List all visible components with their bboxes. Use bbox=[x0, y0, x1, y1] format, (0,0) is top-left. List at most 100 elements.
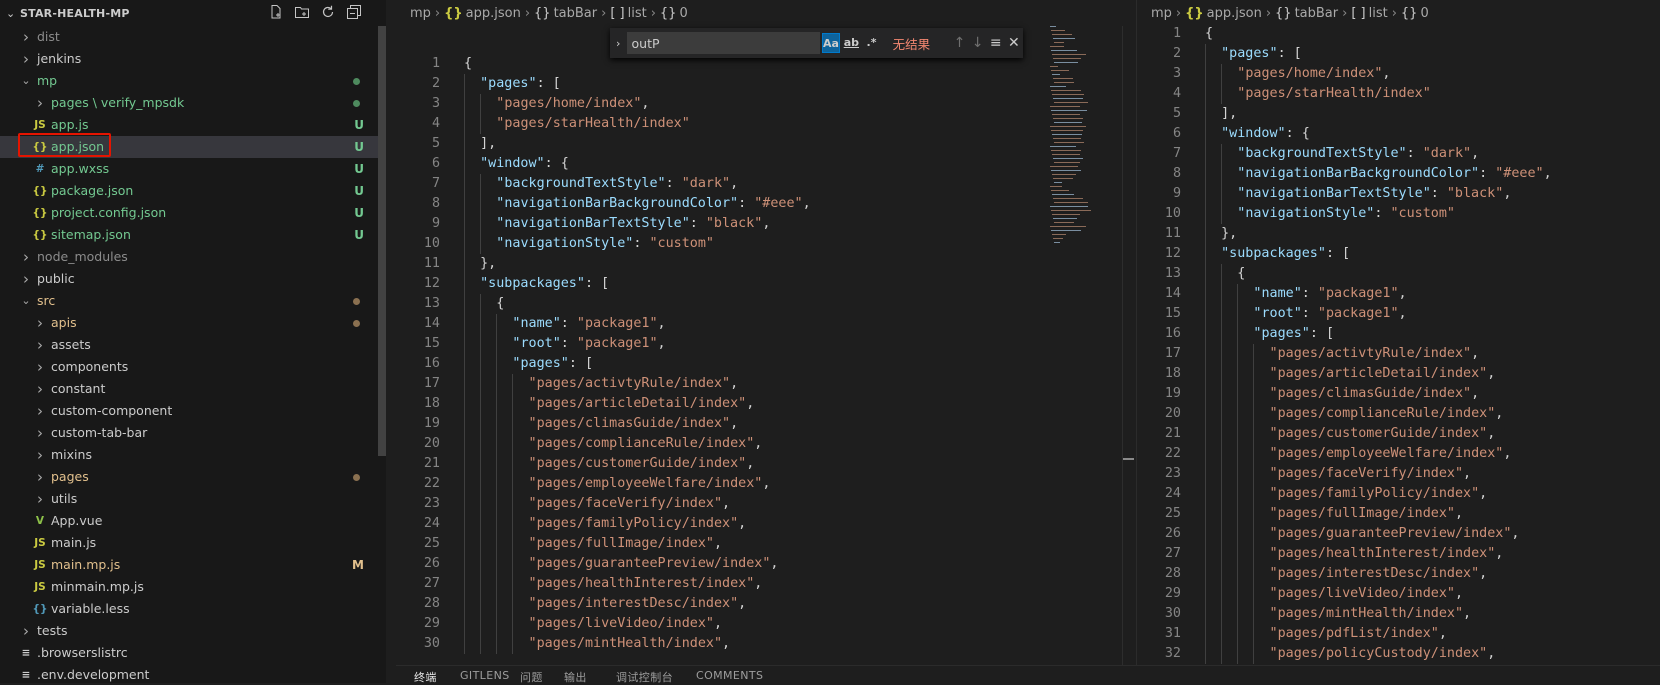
tree-folder[interactable]: › mixins bbox=[0, 444, 378, 466]
code-line[interactable]: 18 "pages/articleDetail/index", bbox=[1137, 364, 1657, 384]
tree-file[interactable]: {} project.config.json U bbox=[0, 202, 378, 224]
tree-folder[interactable]: › constant bbox=[0, 378, 378, 400]
code-line[interactable]: 14 "name": "package1", bbox=[1137, 284, 1657, 304]
breadcrumb-item[interactable]: tabBar bbox=[1295, 6, 1339, 21]
tree-folder[interactable]: › pages bbox=[0, 466, 378, 488]
code-line[interactable]: 1{ bbox=[1137, 24, 1657, 44]
code-line[interactable]: 12 "subpackages": [ bbox=[1137, 244, 1657, 264]
code-line[interactable]: 26 "pages/guaranteePreview/index", bbox=[396, 554, 1036, 574]
tree-folder[interactable]: › apis bbox=[0, 312, 378, 334]
code-line[interactable]: 22 "pages/employeeWelfare/index", bbox=[396, 474, 1036, 494]
tree-folder[interactable]: › jenkins bbox=[0, 48, 378, 70]
close-icon[interactable]: ✕ bbox=[1005, 35, 1023, 51]
code-line[interactable]: 17 "pages/activtyRule/index", bbox=[396, 374, 1036, 394]
breadcrumb-item[interactable]: list bbox=[628, 6, 647, 21]
breadcrumb-item[interactable]: list bbox=[1369, 6, 1388, 21]
next-match-icon[interactable]: ↓ bbox=[969, 35, 987, 51]
code-area[interactable]: 1{2 "pages": [3 "pages/home/index", 4 "pages… bbox=[1137, 24, 1657, 664]
find-in-selection-icon[interactable]: ≡ bbox=[987, 35, 1005, 51]
tree-file[interactable]: {} sitemap.json U bbox=[0, 224, 378, 246]
tree-folder[interactable]: › custom-tab-bar bbox=[0, 422, 378, 444]
new-file-icon[interactable] bbox=[268, 4, 284, 20]
code-line[interactable]: 8 "navigationBarBackgroundColor": "#eee", bbox=[396, 194, 1036, 214]
breadcrumb-item[interactable]: 0 bbox=[1420, 6, 1428, 21]
code-line[interactable]: 22 "pages/employeeWelfare/index", bbox=[1137, 444, 1657, 464]
tree-folder[interactable]: ⌄ mp bbox=[0, 70, 378, 92]
code-line[interactable]: 30 "pages/mintHealth/index", bbox=[396, 634, 1036, 654]
tree-folder[interactable]: › assets bbox=[0, 334, 378, 356]
tree-folder[interactable]: › utils bbox=[0, 488, 378, 510]
code-line[interactable]: 25 "pages/fullImage/index", bbox=[396, 534, 1036, 554]
code-line[interactable]: 8 "navigationBarBackgroundColor": "#eee", bbox=[1137, 164, 1657, 184]
match-case-toggle[interactable]: Aa bbox=[821, 33, 841, 53]
code-line[interactable]: 17 "pages/activtyRule/index", bbox=[1137, 344, 1657, 364]
code-area[interactable]: 1{2 "pages": [3 "pages/home/index", 4 "pages… bbox=[396, 54, 1036, 654]
code-line[interactable]: 19 "pages/climasGuide/index", bbox=[1137, 384, 1657, 404]
editor-left[interactable]: mp ›{} app.json ›{} tabBar ›[ ] list ›{} 0 1{2 "p… bbox=[396, 0, 1134, 683]
find-input[interactable] bbox=[626, 32, 820, 54]
tree-folder[interactable]: › tests bbox=[0, 620, 378, 642]
code-line[interactable]: 21 "pages/customerGuide/index", bbox=[396, 454, 1036, 474]
breadcrumb-item[interactable]: mp bbox=[410, 6, 431, 21]
explorer-header[interactable]: ⌄ STAR-HEALTH-MP bbox=[0, 0, 386, 26]
new-folder-icon[interactable] bbox=[294, 4, 310, 20]
code-line[interactable]: 23 "pages/faceVerify/index", bbox=[1137, 464, 1657, 484]
code-line[interactable]: 29 "pages/liveVideo/index", bbox=[396, 614, 1036, 634]
tree-folder[interactable]: › pages \ verify_mpsdk bbox=[0, 92, 378, 114]
code-line[interactable]: 18 "pages/articleDetail/index", bbox=[396, 394, 1036, 414]
code-line[interactable]: 30 "pages/mintHealth/index", bbox=[1137, 604, 1657, 624]
code-line[interactable]: 13 { bbox=[396, 294, 1036, 314]
code-line[interactable]: 26 "pages/guaranteePreview/index", bbox=[1137, 524, 1657, 544]
breadcrumb-item[interactable]: tabBar bbox=[554, 6, 598, 21]
code-line[interactable]: 11}, bbox=[396, 254, 1036, 274]
editor-right[interactable]: mp ›{} app.json ›{} tabBar ›[ ] list ›{} 0 1{2 "p… bbox=[1136, 0, 1660, 683]
code-line[interactable]: 23 "pages/faceVerify/index", bbox=[396, 494, 1036, 514]
toggle-replace-icon[interactable]: › bbox=[610, 37, 627, 50]
code-line[interactable]: 29 "pages/liveVideo/index", bbox=[1137, 584, 1657, 604]
tree-file[interactable]: # app.wxss U bbox=[0, 158, 378, 180]
code-line[interactable]: 4 "pages/starHealth/index" bbox=[1137, 84, 1657, 104]
code-line[interactable]: 20 "pages/complianceRule/index", bbox=[1137, 404, 1657, 424]
code-line[interactable]: 27 "pages/healthInterest/index", bbox=[1137, 544, 1657, 564]
regex-toggle[interactable]: .* bbox=[862, 33, 880, 53]
code-line[interactable]: 9 "navigationBarTextStyle": "black", bbox=[396, 214, 1036, 234]
tree-folder[interactable]: › public bbox=[0, 268, 378, 290]
code-line[interactable]: 5], bbox=[1137, 104, 1657, 124]
code-line[interactable]: 11}, bbox=[1137, 224, 1657, 244]
code-line[interactable]: 9 "navigationBarTextStyle": "black", bbox=[1137, 184, 1657, 204]
code-line[interactable]: 2 "pages": [ bbox=[396, 74, 1036, 94]
code-line[interactable]: 15 "root": "package1", bbox=[396, 334, 1036, 354]
code-line[interactable]: 32 "pages/policyCustody/index", bbox=[1137, 644, 1657, 664]
code-line[interactable]: 3 "pages/home/index", bbox=[396, 94, 1036, 114]
code-line[interactable]: 19 "pages/climasGuide/index", bbox=[396, 414, 1036, 434]
code-line[interactable]: 5], bbox=[396, 134, 1036, 154]
tree-file[interactable]: JS minmain.mp.js bbox=[0, 576, 378, 598]
code-line[interactable]: 20 "pages/complianceRule/index", bbox=[396, 434, 1036, 454]
code-line[interactable]: 28 "pages/interestDesc/index", bbox=[396, 594, 1036, 614]
collapse-all-icon[interactable] bbox=[346, 4, 362, 20]
code-line[interactable]: 27 "pages/healthInterest/index", bbox=[396, 574, 1036, 594]
sidebar-scrollbar[interactable] bbox=[378, 26, 386, 456]
code-line[interactable]: 14 "name": "package1", bbox=[396, 314, 1036, 334]
tree-file[interactable]: JS main.js bbox=[0, 532, 378, 554]
tree-file[interactable]: JS main.mp.js M bbox=[0, 554, 378, 576]
tree-folder[interactable]: › components bbox=[0, 356, 378, 378]
tree-folder[interactable]: › custom-component bbox=[0, 400, 378, 422]
code-line[interactable]: 3 "pages/home/index", bbox=[1137, 64, 1657, 84]
panel-tab[interactable]: GITLENS bbox=[460, 669, 510, 682]
previous-match-icon[interactable]: ↑ bbox=[950, 35, 968, 51]
code-line[interactable]: 31 "pages/pdfList/index", bbox=[1137, 624, 1657, 644]
code-line[interactable]: 12 "subpackages": [ bbox=[396, 274, 1036, 294]
code-line[interactable]: 7 "backgroundTextStyle": "dark", bbox=[1137, 144, 1657, 164]
tree-file[interactable]: {} package.json U bbox=[0, 180, 378, 202]
whole-word-toggle[interactable]: ab bbox=[842, 33, 860, 53]
minimap[interactable] bbox=[1046, 26, 1118, 266]
code-line[interactable]: 28 "pages/interestDesc/index", bbox=[1137, 564, 1657, 584]
code-line[interactable]: 10 "navigationStyle": "custom" bbox=[1137, 204, 1657, 224]
code-line[interactable]: 25 "pages/fullImage/index", bbox=[1137, 504, 1657, 524]
breadcrumb-item[interactable]: 0 bbox=[679, 6, 687, 21]
refresh-icon[interactable] bbox=[320, 4, 336, 20]
code-line[interactable]: 21 "pages/customerGuide/index", bbox=[1137, 424, 1657, 444]
code-line[interactable]: 16 "pages": [ bbox=[1137, 324, 1657, 344]
tree-file[interactable]: ≡ .env.development bbox=[0, 664, 378, 683]
